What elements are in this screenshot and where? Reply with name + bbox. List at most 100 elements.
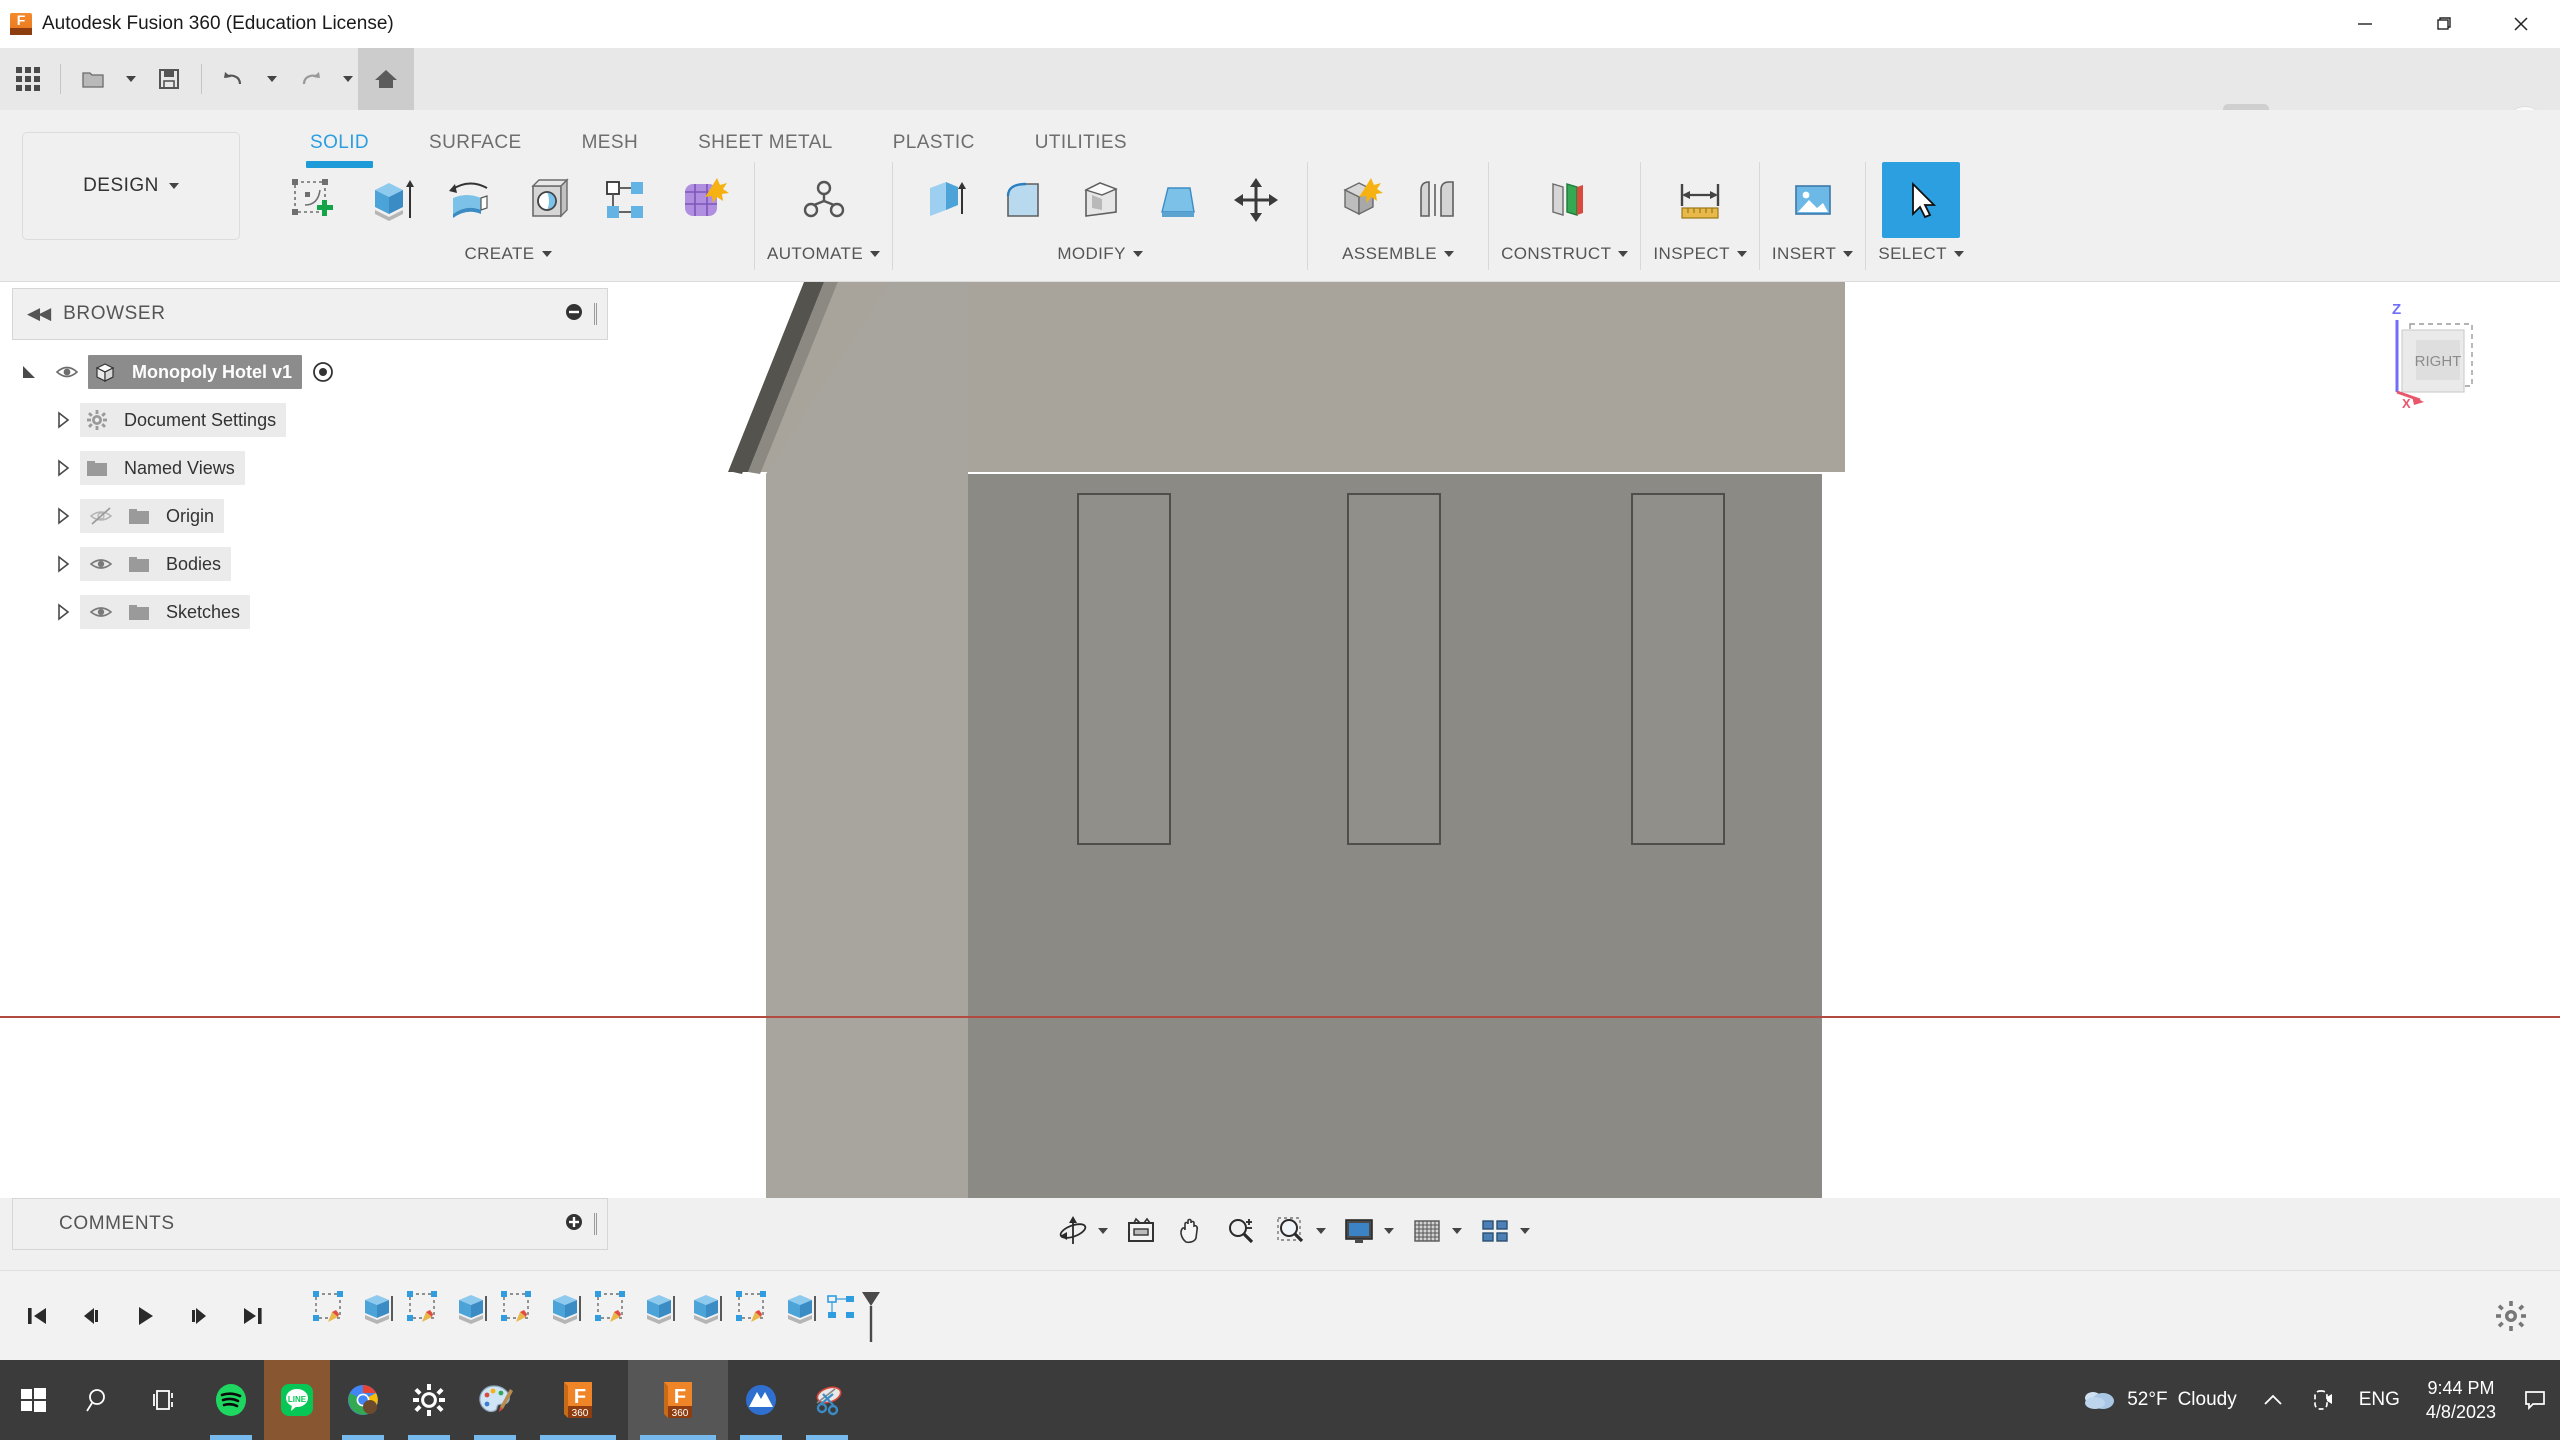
pan-button[interactable] <box>1166 1205 1216 1257</box>
home-button[interactable] <box>358 48 414 110</box>
revolve-button[interactable] <box>430 162 508 238</box>
tab-utilities[interactable]: UTILITIES <box>1005 124 1157 160</box>
ribbon-group-label-select[interactable]: SELECT <box>1878 244 1964 264</box>
display-settings-button[interactable] <box>1334 1205 1402 1257</box>
timeline-feature-extrude[interactable] <box>635 1288 682 1344</box>
create-form-button[interactable] <box>664 162 742 238</box>
tree-node-origin[interactable]: Origin <box>12 492 608 540</box>
minus-circle-icon[interactable] <box>564 302 584 327</box>
expand-toggle[interactable] <box>46 506 80 526</box>
viewports-button[interactable] <box>1470 1205 1538 1257</box>
orbit-button[interactable] <box>1048 1205 1116 1257</box>
panel-grip-icon[interactable] <box>594 303 597 325</box>
timeline-feature-sketch[interactable] <box>729 1288 776 1344</box>
visibility-toggle-off[interactable] <box>80 506 122 526</box>
timeline-feature-extrude[interactable] <box>776 1288 823 1344</box>
ribbon-group-label-construct[interactable]: CONSTRUCT <box>1501 244 1629 264</box>
taskbar-spotify[interactable] <box>198 1360 264 1440</box>
go-to-end-button[interactable] <box>230 1293 276 1339</box>
fillet-button[interactable] <box>983 162 1061 238</box>
timeline-feature-sketch[interactable] <box>588 1288 635 1344</box>
clock-widget[interactable]: 9:44 PM 4/8/2023 <box>2412 1376 2510 1425</box>
taskbar-snipping-tool[interactable] <box>794 1360 860 1440</box>
tree-node-document-settings[interactable]: Document Settings <box>12 396 608 444</box>
tree-node-row-background[interactable]: Monopoly Hotel v1 <box>88 355 303 389</box>
insert-canvas-button[interactable] <box>1774 162 1852 238</box>
play-button[interactable] <box>122 1293 168 1339</box>
chevron-down-icon[interactable] <box>1316 1228 1326 1234</box>
tree-node-row-background[interactable]: Origin <box>80 499 225 533</box>
timeline-end-marker[interactable] <box>823 1288 883 1344</box>
ribbon-group-label-inspect[interactable]: INSPECT <box>1653 244 1747 264</box>
grid-snaps-button[interactable] <box>1402 1205 1470 1257</box>
tree-node-named-views[interactable]: Named Views <box>12 444 608 492</box>
expand-toggle[interactable] <box>12 362 46 382</box>
look-at-button[interactable] <box>1116 1205 1166 1257</box>
tree-node-sketches[interactable]: Sketches <box>12 588 608 636</box>
redo-caret[interactable] <box>338 48 358 110</box>
visibility-toggle[interactable] <box>80 554 122 574</box>
rectangular-pattern-button[interactable] <box>586 162 664 238</box>
app-grid-button[interactable] <box>0 48 56 110</box>
joint-button[interactable] <box>1398 162 1476 238</box>
select-button[interactable] <box>1882 162 1961 238</box>
language-indicator[interactable]: ENG <box>2347 1360 2412 1440</box>
minimize-button[interactable] <box>2326 0 2404 48</box>
tree-node-root[interactable]: Monopoly Hotel v1 <box>12 348 608 396</box>
taskbar-paint[interactable] <box>462 1360 528 1440</box>
expand-toggle[interactable] <box>46 410 80 430</box>
timeline-feature-sketch[interactable] <box>400 1288 447 1344</box>
ribbon-group-label-insert[interactable]: INSERT <box>1772 244 1854 264</box>
offset-plane-button[interactable] <box>1526 162 1604 238</box>
timeline-feature-track[interactable] <box>306 1271 883 1361</box>
timeline-feature-extrude[interactable] <box>353 1288 400 1344</box>
collapse-left-icon[interactable]: ◀◀ <box>27 304 51 324</box>
visibility-toggle[interactable] <box>80 602 122 622</box>
timeline-feature-extrude[interactable] <box>541 1288 588 1344</box>
activate-component-radio[interactable] <box>302 360 344 384</box>
visibility-toggle[interactable] <box>46 362 88 382</box>
taskbar-fusion360-1[interactable]: F 360 <box>528 1360 628 1440</box>
new-document-button[interactable] <box>65 48 121 110</box>
tab-surface[interactable]: SURFACE <box>399 124 552 160</box>
ribbon-group-label-create[interactable]: CREATE <box>464 244 552 264</box>
timeline-settings-button[interactable] <box>2488 1293 2534 1339</box>
zoom-button[interactable] <box>1216 1205 1266 1257</box>
ribbon-group-label-modify[interactable]: MODIFY <box>1057 244 1143 264</box>
chevron-down-icon[interactable] <box>1452 1228 1462 1234</box>
plus-circle-icon[interactable] <box>564 1212 584 1237</box>
tab-solid[interactable]: SOLID <box>280 124 399 168</box>
zoom-window-button[interactable] <box>1266 1205 1334 1257</box>
press-pull-button[interactable] <box>905 162 983 238</box>
view-cube[interactable]: RIGHT Z X <box>2372 292 2512 422</box>
ribbon-group-label-assemble[interactable]: ASSEMBLE <box>1342 244 1454 264</box>
taskbar-nordvpn[interactable] <box>728 1360 794 1440</box>
taskbar-line[interactable]: LINE <box>264 1360 330 1440</box>
chevron-down-icon[interactable] <box>1098 1228 1108 1234</box>
close-button[interactable] <box>2482 0 2560 48</box>
undo-button[interactable] <box>206 48 262 110</box>
taskbar-fusion360-2[interactable]: F 360 <box>628 1360 728 1440</box>
timeline-feature-extrude[interactable] <box>682 1288 729 1344</box>
chevron-down-icon[interactable] <box>1384 1228 1394 1234</box>
extrude-button[interactable] <box>352 162 430 238</box>
timeline-feature-sketch[interactable] <box>494 1288 541 1344</box>
new-document-caret[interactable] <box>121 48 141 110</box>
draft-button[interactable] <box>1139 162 1217 238</box>
automate-button[interactable] <box>785 162 863 238</box>
tree-node-row-background[interactable]: Named Views <box>80 451 245 485</box>
tab-sheet-metal[interactable]: SHEET METAL <box>668 124 863 160</box>
tab-plastic[interactable]: PLASTIC <box>863 124 1005 160</box>
tree-node-bodies[interactable]: Bodies <box>12 540 608 588</box>
create-sketch-button[interactable] <box>274 162 352 238</box>
chevron-down-icon[interactable] <box>1520 1228 1530 1234</box>
new-component-button[interactable] <box>1320 162 1398 238</box>
maximize-button[interactable] <box>2404 0 2482 48</box>
expand-toggle[interactable] <box>46 458 80 478</box>
step-forward-button[interactable] <box>176 1293 222 1339</box>
redo-button[interactable] <box>282 48 338 110</box>
hole-button[interactable] <box>508 162 586 238</box>
device-tray-button[interactable] <box>2297 1360 2347 1440</box>
timeline-feature-sketch[interactable] <box>306 1288 353 1344</box>
start-button[interactable] <box>0 1360 66 1440</box>
